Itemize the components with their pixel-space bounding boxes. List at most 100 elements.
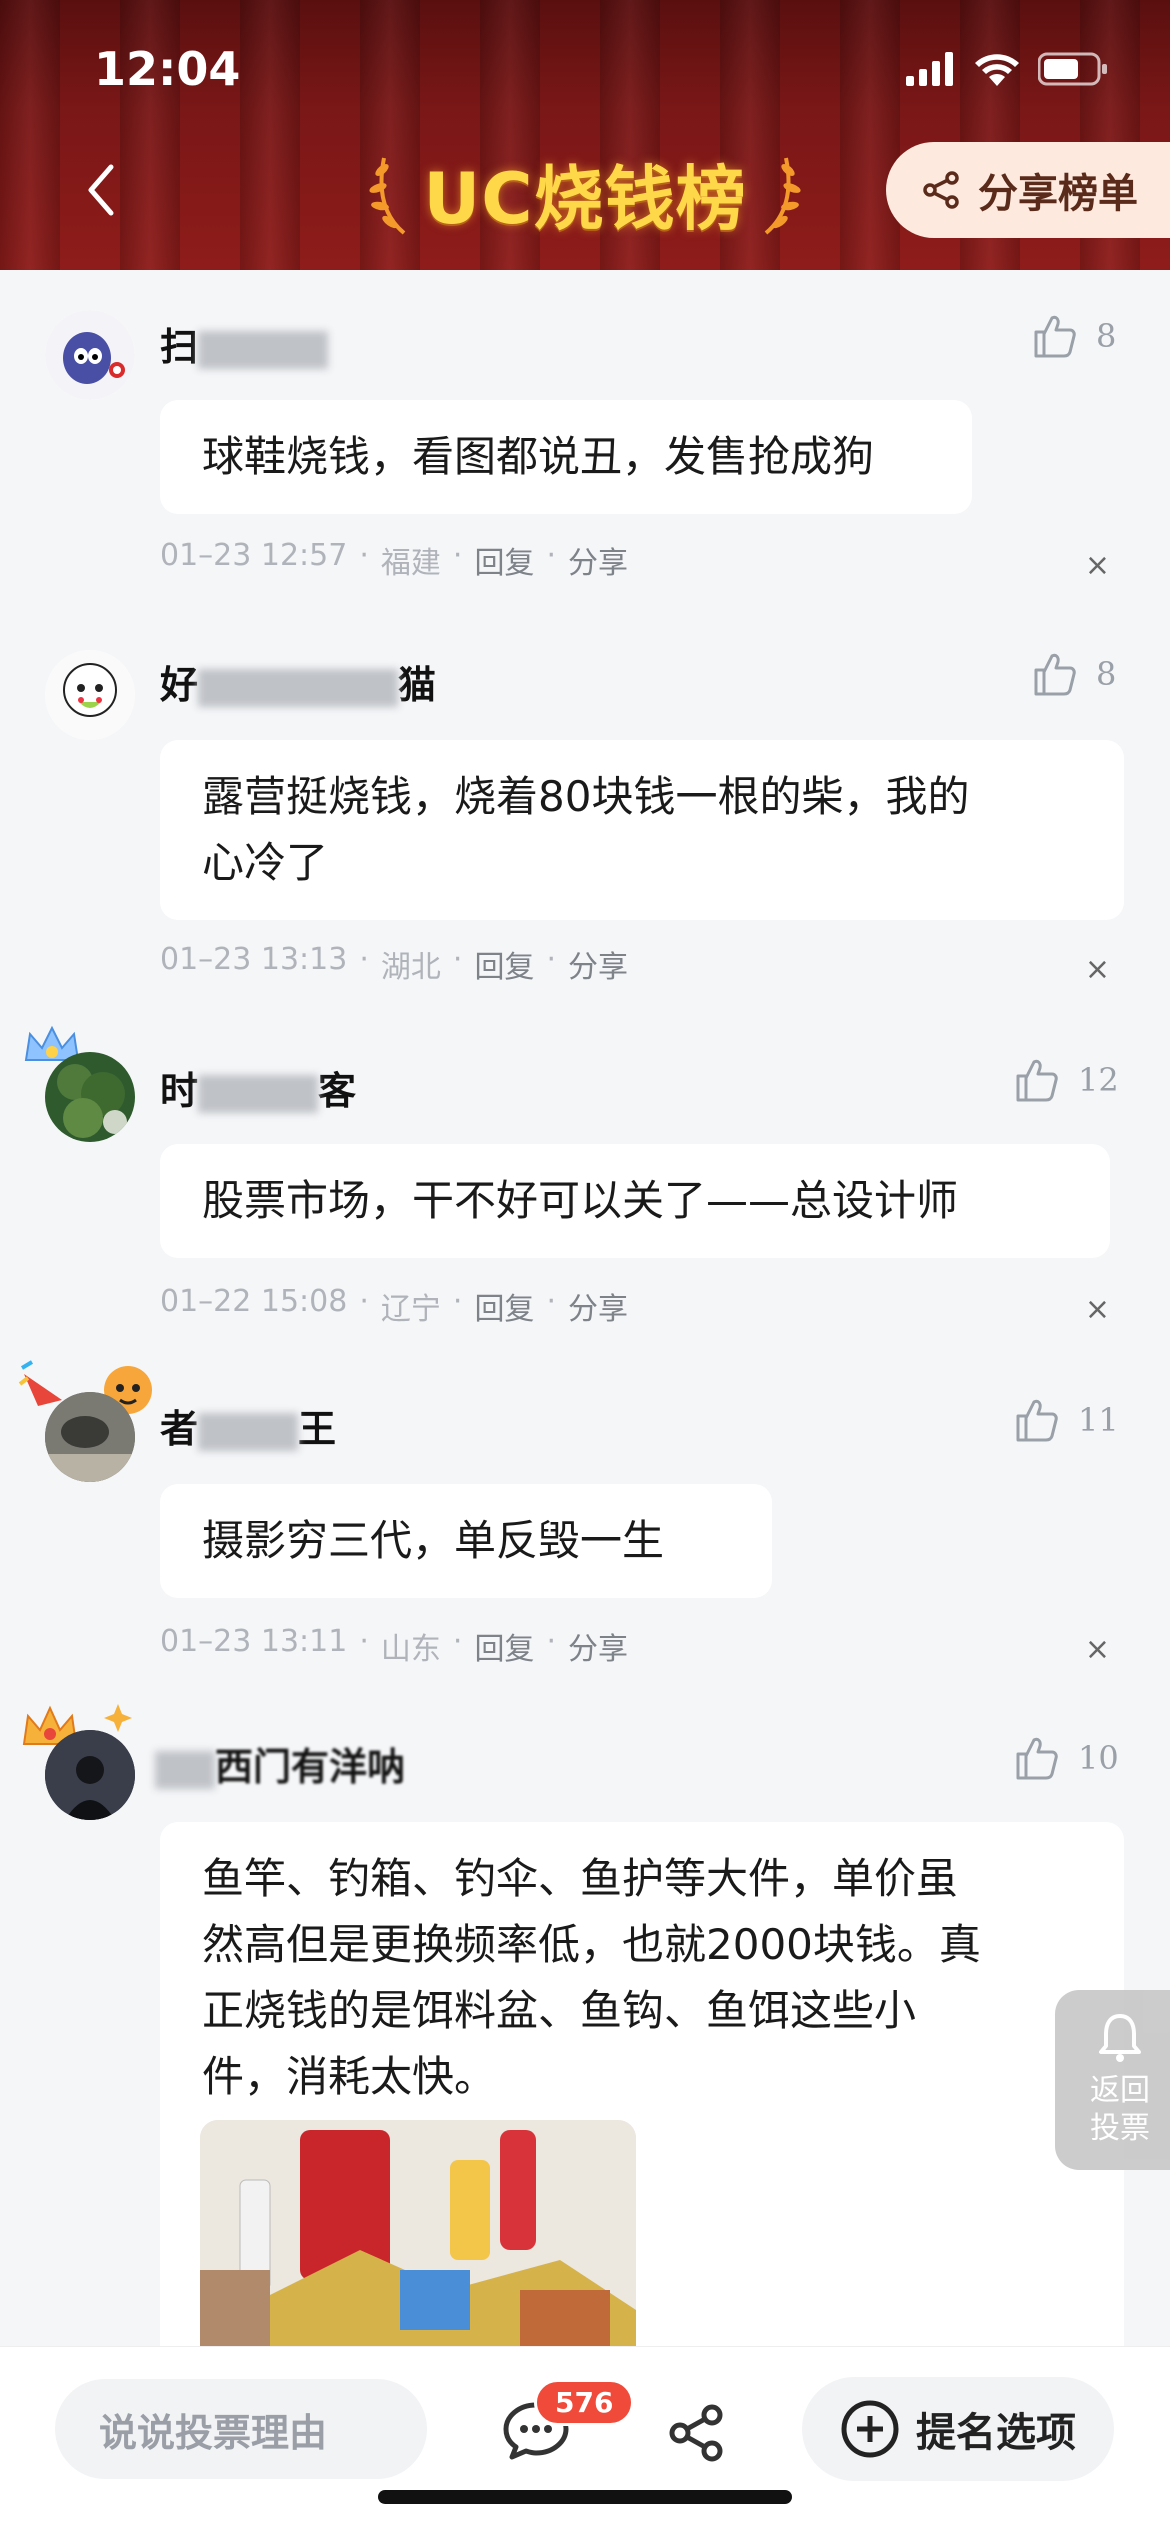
comment-text-line: 鱼竿、钓箱、钓伞、鱼护等大件，单价虽 bbox=[202, 1854, 959, 1903]
comment-text: 露营挺烧钱，烧着80块钱一根的柴，我的 心冷了 bbox=[160, 740, 1124, 920]
comment-date: 01–23 13:11 bbox=[160, 1624, 348, 1659]
reply-button[interactable]: 回复 bbox=[474, 1284, 534, 1328]
like-count: 8 bbox=[1096, 655, 1117, 693]
return-vote-label-1: 返回 bbox=[1090, 2073, 1150, 2108]
thumbs-up-icon bbox=[1016, 1059, 1058, 1102]
close-icon[interactable]: × bbox=[1085, 1292, 1110, 1327]
reply-button[interactable]: 回复 bbox=[474, 538, 534, 582]
share-comment-button[interactable]: 分享 bbox=[568, 1624, 628, 1668]
comment-region: 辽宁 bbox=[380, 1292, 441, 1327]
like-button[interactable]: 8 bbox=[1030, 312, 1116, 360]
username-visible-part: 者 bbox=[160, 1407, 199, 1451]
comment-meta: 01–23 13:13 · 湖北 · 回复 · 分享 bbox=[160, 942, 628, 986]
status-icons bbox=[906, 52, 1108, 86]
bottom-bar: 说说投票理由 576 提名选项 bbox=[0, 2346, 1170, 2532]
avatar[interactable] bbox=[45, 1052, 135, 1142]
comment-region: 福建 bbox=[380, 546, 441, 581]
username-blurred bbox=[155, 1750, 215, 1789]
username-blurred bbox=[198, 330, 329, 369]
thumbs-up-icon bbox=[1034, 315, 1076, 358]
username-visible-part: 客 bbox=[318, 1069, 357, 1113]
vote-reason-input[interactable]: 说说投票理由 bbox=[55, 2379, 427, 2479]
share-comment-button[interactable]: 分享 bbox=[568, 1284, 628, 1328]
comment-text: 摄影穷三代，单反毁一生 bbox=[160, 1484, 772, 1598]
comment-meta: 01–23 12:57 · 福建 · 回复 · 分享 bbox=[160, 538, 628, 582]
avatar[interactable] bbox=[45, 1730, 135, 1820]
reply-button[interactable]: 回复 bbox=[474, 942, 534, 986]
bell-icon bbox=[1099, 2014, 1141, 2062]
username-blurred bbox=[198, 668, 399, 707]
comment-text-line: 正烧钱的是饵料盆、鱼钩、鱼饵这些小 bbox=[202, 1986, 917, 2035]
comment-count-badge: 576 bbox=[534, 2379, 635, 2426]
nominate-label: 提名选项 bbox=[916, 2410, 1076, 2456]
avatar[interactable] bbox=[45, 310, 135, 400]
username-blurred bbox=[198, 1412, 299, 1451]
comment-region: 山东 bbox=[380, 1632, 441, 1667]
share-icon bbox=[669, 2404, 723, 2462]
comment-photo[interactable] bbox=[200, 2120, 636, 2346]
username[interactable]: 扫 bbox=[160, 316, 329, 371]
comment-region: 湖北 bbox=[380, 950, 441, 985]
page-title-wrap: UC烧钱榜 bbox=[369, 138, 801, 248]
comment-text-line: 心冷了 bbox=[202, 838, 329, 887]
username-visible-part: 时 bbox=[160, 1069, 199, 1113]
share-ranking-button[interactable]: 分享榜单 bbox=[886, 142, 1170, 238]
like-button[interactable]: 8 bbox=[1030, 650, 1116, 698]
username-blurred bbox=[198, 1074, 319, 1113]
share-comment-button[interactable]: 分享 bbox=[568, 942, 628, 986]
comment-text-line: 件，消耗太快。 bbox=[202, 2052, 497, 2101]
comment-meta: 01–22 15:08 · 辽宁 · 回复 · 分享 bbox=[160, 1284, 628, 1328]
thumbs-up-icon bbox=[1034, 653, 1076, 696]
avatar[interactable] bbox=[45, 650, 135, 740]
username-visible-part: 扫 bbox=[160, 325, 199, 369]
comment-date: 01–22 15:08 bbox=[160, 1284, 348, 1319]
thumbs-up-icon bbox=[1016, 1737, 1058, 1780]
wifi-icon bbox=[975, 54, 1019, 86]
close-icon[interactable]: × bbox=[1085, 952, 1110, 987]
thumbs-up-icon bbox=[1016, 1399, 1058, 1442]
like-count: 11 bbox=[1078, 1401, 1119, 1439]
header: 12:04 UC烧钱榜 分享榜单 bbox=[0, 0, 1170, 270]
plus-circle-icon bbox=[841, 2400, 899, 2458]
chevron-left-icon bbox=[88, 164, 114, 216]
comment-meta: 01–23 13:11 · 山东 · 回复 · 分享 bbox=[160, 1624, 628, 1668]
username[interactable]: 者王 bbox=[160, 1398, 336, 1453]
share-ranking-label: 分享榜单 bbox=[978, 171, 1138, 217]
like-count: 10 bbox=[1078, 1739, 1119, 1777]
close-icon[interactable]: × bbox=[1085, 1632, 1110, 1667]
username[interactable]: 西门有洋呐 bbox=[155, 1736, 405, 1791]
nominate-option-button[interactable]: 提名选项 bbox=[802, 2377, 1114, 2481]
username[interactable]: 好猫 bbox=[160, 654, 436, 709]
comment-text-line: 然高但是更换频率低，也就2000块钱。真 bbox=[202, 1920, 981, 1969]
username-visible-part: 好 bbox=[160, 663, 199, 707]
comment-text: 股票市场，干不好可以关了——总设计师 bbox=[160, 1144, 1110, 1258]
battery-icon bbox=[1038, 52, 1107, 86]
comment-text-line: 露营挺烧钱，烧着80块钱一根的柴，我的 bbox=[202, 772, 970, 821]
comment-text: 球鞋烧钱，看图都说丑，发售抢成狗 bbox=[160, 400, 972, 514]
laurel-left-icon bbox=[369, 157, 406, 235]
username[interactable]: 时客 bbox=[160, 1060, 356, 1115]
username-visible-part: 西门有洋呐 bbox=[215, 1745, 406, 1789]
page-title: UC烧钱榜 bbox=[423, 157, 747, 240]
home-indicator[interactable] bbox=[378, 2490, 792, 2504]
signal-icon bbox=[906, 52, 953, 86]
share-comment-button[interactable]: 分享 bbox=[568, 538, 628, 582]
like-button[interactable]: 12 bbox=[1012, 1056, 1119, 1104]
avatar[interactable] bbox=[45, 1392, 135, 1482]
like-button[interactable]: 11 bbox=[1012, 1396, 1119, 1444]
comment-date: 01–23 12:57 bbox=[160, 538, 348, 573]
back-button[interactable] bbox=[70, 150, 130, 230]
laurel-right-icon bbox=[764, 157, 801, 235]
reply-button[interactable]: 回复 bbox=[474, 1624, 534, 1668]
username-visible-part: 王 bbox=[298, 1407, 337, 1451]
close-icon[interactable]: × bbox=[1085, 548, 1110, 583]
share-icon bbox=[923, 171, 959, 209]
return-to-vote-button[interactable]: 返回 投票 bbox=[1055, 1990, 1170, 2170]
return-vote-label-2: 投票 bbox=[1090, 2111, 1150, 2146]
share-button[interactable] bbox=[668, 2403, 728, 2467]
status-time: 12:04 bbox=[94, 42, 241, 96]
like-count: 8 bbox=[1096, 317, 1117, 355]
username-visible-part: 猫 bbox=[398, 663, 437, 707]
like-button[interactable]: 10 bbox=[1012, 1734, 1119, 1782]
comment-date: 01–23 13:13 bbox=[160, 942, 348, 977]
